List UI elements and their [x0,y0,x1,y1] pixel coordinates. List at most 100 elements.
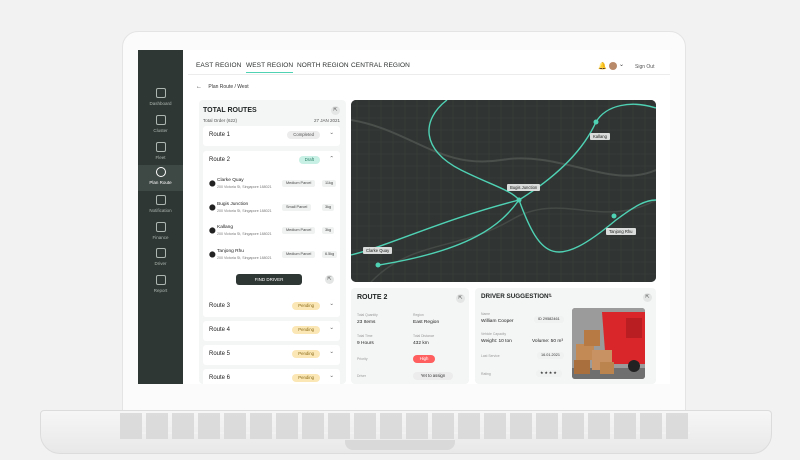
driver-suggestion-panel: DRIVER SUGGESTION ⇅ ⇱ Name William Coope… [475,288,656,384]
route-name: Route 6 [209,375,231,381]
map-pin[interactable] [611,213,617,219]
location-pin-icon: ⬤ [209,228,216,234]
total-quantity: 23 Items [357,320,376,325]
route-card-2[interactable]: Route 2 Draft ⌃ ⬤ Clarke Quay 200 Victor… [203,151,340,317]
route-card-6[interactable]: Route 6 Pending ⌄ [203,369,340,384]
chevron-down-icon[interactable]: ⌄ [329,349,334,355]
chevron-down-icon[interactable]: ⌄ [329,325,334,331]
status-badge: Pending [292,350,320,358]
stop-address: 200 Victoria St, Singapore 188021 [217,232,272,236]
map-pin[interactable] [516,197,522,203]
laptop-notch [345,440,455,450]
sidebar-item-label: Report [153,288,168,293]
route-card-4[interactable]: Route 4 Pending ⌄ [203,321,340,341]
vehicle-volume: Volume: 50 m³ [532,339,563,344]
stop-name: Kallang [217,225,234,230]
sidebar-item-label: Dashboard [149,101,172,106]
chevron-down-icon[interactable]: ⌄ [329,301,334,307]
sign-out-link[interactable]: Sign Out [635,64,654,70]
route-name: Route 1 [209,132,231,138]
stop-address: 200 Victoria St, Singapore 188021 [217,209,272,213]
finance-icon [155,222,166,232]
truck-icon [155,142,166,152]
assign-driver-button[interactable]: Yet to assign [413,372,453,380]
total-routes-panel: TOTAL ROUTES ⇱ Total Order (622) 27 JAN … [199,100,346,384]
status-badge: Pending [292,326,320,334]
compass-icon [155,167,166,177]
tab-east-region[interactable]: EAST REGION [196,62,241,69]
sidebar-item-label: Cluster [153,128,168,133]
chevron-down-icon[interactable]: ⌄ [329,373,334,379]
list-item[interactable]: ⬤ Tanjong Rhu 200 Victoria St, Singapore… [209,248,338,266]
field-label: Total Time [357,334,373,338]
location-pin-icon: ⬤ [209,181,216,187]
back-arrow-icon[interactable]: ← [196,84,202,90]
map-pin[interactable] [593,119,599,125]
last-service-date: 16.01.2021 [537,352,565,359]
sidebar-item-driver[interactable]: Driver [138,246,183,272]
chevron-down-icon[interactable]: ⌄ [619,61,624,68]
field-label: Rating [481,372,491,376]
map-label-tanjong-rhu: Tanjong Rhu [606,228,636,235]
total-distance: 432 km [413,341,429,346]
routes-title: TOTAL ROUTES [203,107,257,114]
sidebar-item-plan-route[interactable]: Plan Route [138,165,183,191]
find-driver-button[interactable]: FIND DRIVER [236,274,302,285]
field-label: Driver [357,374,367,378]
map-pin[interactable] [375,262,381,268]
avatar[interactable] [609,62,617,70]
tab-central-region[interactable]: CENTRAL REGION [351,62,410,69]
dashboard-icon [155,88,166,98]
route-map[interactable]: Kallang Bugis Junction Tanjong Rhu Clark… [351,100,656,282]
field-label: Last Service [481,354,500,358]
list-item[interactable]: ⬤ Clarke Quay 200 Victoria St, Singapore… [209,177,336,195]
route-name: Route 5 [209,351,231,357]
chevron-up-icon[interactable]: ⌃ [329,156,334,162]
stop-name: Tanjong Rhu [217,249,244,254]
expand-icon[interactable]: ⇱ [325,275,334,284]
expand-icon[interactable]: ⇱ [456,294,465,303]
sort-icon[interactable]: ⇅ [548,293,552,299]
route-detail-panel: ROUTE 2 ⇱ Total Quantity 23 Items Region… [351,288,469,384]
sidebar-item-report[interactable]: Report [138,273,183,299]
map-label-clarke-quay: Clarke Quay [363,247,393,254]
total-order: Total Order (622) [203,118,238,123]
header-divider [188,74,670,75]
driver-icon [155,248,166,258]
sidebar-item-cluster[interactable]: Cluster [138,113,183,139]
list-item[interactable]: ⬤ Bugis Junction 200 Victoria St, Singap… [209,201,335,219]
tab-north-region[interactable]: NORTH REGION [297,62,349,69]
status-badge: Pending [292,302,320,310]
priority-badge: High [413,355,435,363]
tab-west-region[interactable]: WEST REGION [246,62,294,73]
route-name: Route 3 [209,303,231,309]
sidebar-item-fleet[interactable]: Fleet [138,140,183,166]
map-label-bugis-junction: Bugis Junction [507,184,541,191]
map-label-kallang: Kallang [590,133,610,140]
parcel-tag: Medium Parcel [282,227,316,234]
expand-icon[interactable]: ⇱ [331,106,340,115]
sidebar-item-dashboard[interactable]: Dashboard [138,86,183,112]
parcel-tag: Small Parcel [282,204,312,211]
field-label: Priority [357,357,368,361]
weight-tag: 3kg [322,204,335,211]
chevron-down-icon[interactable]: ⌄ [329,130,334,136]
stop-address: 200 Victoria St, Singapore 188021 [217,185,272,189]
route-card-5[interactable]: Route 5 Pending ⌄ [203,345,340,365]
route-card-3[interactable]: Route 3 Pending ⌄ [203,297,340,317]
sidebar-item-label: Driver [154,261,167,266]
app-screen: Dashboard Cluster Fleet Plan Route Notif… [138,50,670,384]
bell-icon[interactable]: 🔔 [598,62,607,70]
route-name: Route 4 [209,327,231,333]
sidebar-item-notification[interactable]: Notification [138,193,183,219]
truck-photo [572,308,645,379]
list-item[interactable]: ⬤ Kallang 200 Victoria St, Singapore 188… [209,224,335,242]
field-label: Total Distance [413,334,435,338]
route-card-1[interactable]: Route 1 Completed ⌄ [203,126,340,146]
region-value: East Region [413,320,440,325]
sidebar: Dashboard Cluster Fleet Plan Route Notif… [138,50,183,384]
sidebar-item-finance[interactable]: Finance [138,220,183,246]
weight-tag: 3kg [322,227,335,234]
report-icon [155,275,166,285]
expand-icon[interactable]: ⇱ [643,293,652,302]
